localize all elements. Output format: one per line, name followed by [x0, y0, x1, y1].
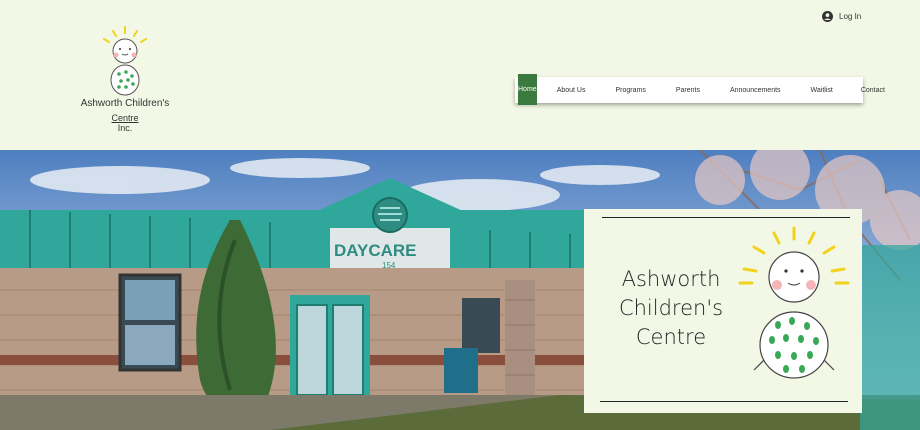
user-avatar-icon: [822, 10, 833, 22]
nav-item-waitlist[interactable]: Waitlist: [791, 77, 843, 103]
logo-title: Ashworth Children's: [80, 98, 170, 109]
site-logo[interactable]: Ashworth Children's Centre Inc.: [80, 25, 175, 135]
mascot-illustration-icon: [738, 226, 850, 379]
logo-subtitle-line: Centre: [111, 113, 139, 123]
login-button[interactable]: Log In: [822, 8, 861, 24]
hero-title-line: Centre: [635, 325, 707, 349]
card-divider-bottom: [600, 401, 848, 402]
nav-item-home[interactable]: Home: [518, 73, 537, 105]
logo-subtitle: Centre Inc.: [80, 113, 170, 133]
main-navigation: Home About Us Programs Parents Announcem…: [515, 73, 885, 105]
nav-item-announcements[interactable]: Announcements: [710, 77, 791, 103]
login-label: Log In: [839, 11, 862, 21]
nav-item-programs[interactable]: Programs: [595, 77, 655, 103]
hero-title-line: Children's: [618, 296, 724, 320]
logo-subtitle-line: Inc.: [117, 123, 133, 133]
hero-title: Ashworth Children's Centre: [606, 265, 736, 352]
nav-item-parents[interactable]: Parents: [656, 77, 710, 103]
card-divider-top: [602, 217, 850, 218]
nav-item-about-us[interactable]: About Us: [537, 77, 596, 103]
site-header: Ashworth Children's Centre Inc. Log In H…: [0, 0, 920, 150]
hero-title-line: Ashworth: [621, 267, 721, 291]
mascot-logo-icon: [103, 26, 147, 96]
nav-item-contact[interactable]: Contact: [843, 77, 895, 103]
daycare-sign-text: DAYCARE: [334, 241, 417, 260]
hero-title-card: Ashworth Children's Centre: [584, 209, 862, 413]
